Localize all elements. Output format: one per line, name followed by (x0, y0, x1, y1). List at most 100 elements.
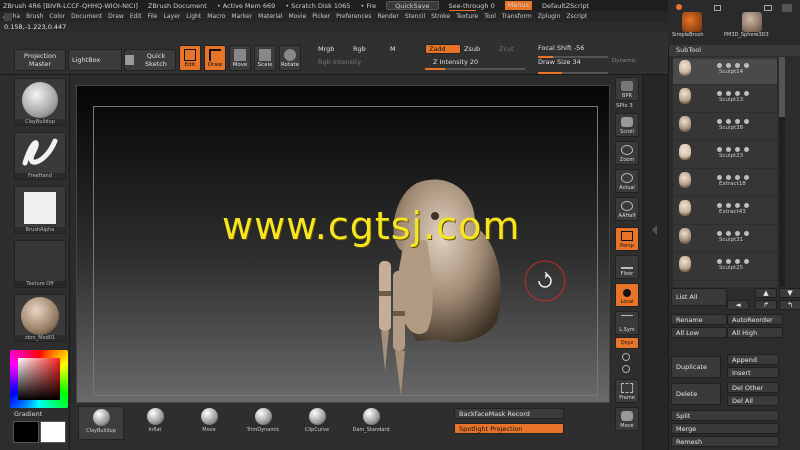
brush-slot[interactable]: Inflat (132, 406, 178, 440)
append-button[interactable]: Append (727, 354, 779, 365)
rename-button[interactable]: Rename (671, 314, 727, 325)
window-dot-icon[interactable] (676, 4, 682, 10)
all-high-button[interactable]: All High (727, 327, 783, 338)
menu-picker[interactable]: Picker (312, 13, 330, 20)
lock-icon[interactable] (714, 5, 721, 11)
subtool-item[interactable]: Sculpt31 (673, 227, 777, 253)
viewport-canvas[interactable]: www.cgtsj.com (76, 85, 610, 403)
lock-icon[interactable] (744, 175, 749, 180)
scroll-button[interactable]: Scroll (615, 113, 639, 137)
menus-button[interactable]: Menus (504, 1, 532, 10)
quick-sketch-button[interactable]: Quick Sketch (124, 49, 176, 71)
alpha-selector[interactable]: BrushAlpha (14, 186, 66, 234)
menu-render[interactable]: Render (377, 13, 398, 20)
mrgb-toggle[interactable]: Mrgb (318, 45, 334, 53)
backfacemask-record-button[interactable]: BackfaceMask Record (454, 408, 564, 419)
lightbox-button[interactable]: LightBox (68, 49, 122, 71)
secondary-color-swatch[interactable] (40, 421, 66, 443)
color-picker[interactable] (10, 350, 68, 408)
menu-light[interactable]: Light (186, 13, 201, 20)
simplebrush-icon[interactable] (682, 12, 702, 32)
menu-draw[interactable]: Draw (108, 13, 124, 20)
subtool-toggles[interactable] (717, 259, 767, 264)
zoom-button[interactable]: Zoom (615, 141, 639, 165)
edit-button[interactable]: Edit (179, 45, 201, 71)
visibility-icon[interactable] (717, 91, 722, 96)
subtool-toggles[interactable] (717, 119, 767, 124)
zadd-toggle[interactable]: Zadd (425, 44, 461, 54)
brush-slot[interactable]: ClayBuildup (78, 406, 124, 440)
menu-document[interactable]: Document (71, 13, 102, 20)
autoreorder-button[interactable]: AutoReorder (727, 314, 783, 325)
move-view-button[interactable]: Move (615, 407, 639, 431)
rgb-toggle[interactable]: Rgb (353, 45, 366, 53)
lock-icon[interactable] (744, 119, 749, 124)
polypaint-icon[interactable] (726, 63, 731, 68)
menu-tool[interactable]: Tool (484, 13, 496, 20)
m-toggle[interactable]: M (390, 45, 396, 53)
subtool-item[interactable]: Extract43 (673, 199, 777, 225)
subtool-item[interactable]: Sculpt38 (673, 115, 777, 141)
del-other-button[interactable]: Del Other (727, 382, 779, 393)
insert-button[interactable]: Insert (727, 367, 779, 378)
menu-texture[interactable]: Texture (456, 13, 478, 20)
menu-movie[interactable]: Movie (289, 13, 307, 20)
default-zscript[interactable]: DefaultZScript (542, 2, 589, 10)
lock-icon[interactable] (744, 91, 749, 96)
subtool-toggles[interactable] (717, 63, 767, 68)
dynamic-toggle[interactable]: Dynamic (612, 58, 636, 64)
polypaint-icon[interactable] (726, 147, 731, 152)
brush-slot[interactable]: TrimDynamic (240, 406, 286, 440)
remesh-button[interactable]: Remesh (671, 436, 779, 447)
subtool-scroll-thumb[interactable] (779, 57, 785, 117)
persp-button[interactable]: Persp (615, 227, 639, 251)
saturation-square[interactable] (18, 358, 60, 400)
visibility-icon[interactable] (717, 63, 722, 68)
merge-up-button[interactable]: ↰ (779, 300, 800, 310)
subtool-item[interactable]: Sculpt13 (673, 87, 777, 113)
visibility-icon[interactable] (717, 259, 722, 264)
stroke-selector[interactable]: FreeHand (14, 132, 66, 180)
subtool-item[interactable]: Extract18 (673, 171, 777, 197)
subtool-toggles[interactable] (717, 203, 767, 208)
menu-transform[interactable]: Transform (502, 13, 532, 20)
xyz-button[interactable]: Qxyz (615, 337, 639, 349)
solo-icon[interactable] (735, 91, 740, 96)
move-button[interactable]: Move (229, 45, 251, 71)
subtool-toggles[interactable] (717, 91, 767, 96)
bpr-button[interactable]: BPR (615, 77, 639, 101)
del-all-button[interactable]: Del All (727, 395, 779, 406)
solo-icon[interactable] (735, 63, 740, 68)
brush-selector[interactable]: ClayBuildup (14, 78, 66, 126)
visibility-icon[interactable] (717, 119, 722, 124)
polypaint-icon[interactable] (726, 203, 731, 208)
menu-zscript[interactable]: Zscript (566, 13, 587, 20)
lock-icon[interactable] (744, 147, 749, 152)
solo-icon[interactable] (735, 231, 740, 236)
primary-color-swatch[interactable] (13, 421, 39, 443)
menu-file[interactable]: File (147, 13, 157, 20)
quicksave-button[interactable]: QuickSave (386, 1, 439, 10)
aahalf-button[interactable]: AAHalf (615, 197, 639, 221)
menu-material[interactable]: Material (258, 13, 282, 20)
lock-icon[interactable] (744, 203, 749, 208)
window-icon[interactable] (764, 5, 772, 11)
merge-button[interactable]: Merge (671, 423, 779, 434)
subtool-item[interactable]: Sculpt23 (673, 143, 777, 169)
list-all-button[interactable]: List All (671, 288, 727, 306)
solo-icon[interactable] (735, 119, 740, 124)
polypaint-icon[interactable] (726, 175, 731, 180)
scale-button[interactable]: Scale (254, 45, 276, 71)
draw-size-slider[interactable] (538, 72, 608, 74)
visibility-icon[interactable] (717, 203, 722, 208)
move-down-button[interactable]: ▼ (779, 288, 800, 298)
zsub-toggle[interactable]: Zsub (464, 45, 480, 53)
solo-icon[interactable] (735, 259, 740, 264)
spotlight-projection-button[interactable]: Spotlight Projection (454, 423, 564, 434)
visibility-icon[interactable] (717, 147, 722, 152)
menu-layer[interactable]: Layer (164, 13, 181, 20)
duplicate-button[interactable]: Duplicate (671, 356, 721, 378)
menu-preferences[interactable]: Preferences (336, 13, 371, 20)
local-button[interactable]: Local (615, 283, 639, 307)
menu-stroke[interactable]: Stroke (431, 13, 450, 20)
